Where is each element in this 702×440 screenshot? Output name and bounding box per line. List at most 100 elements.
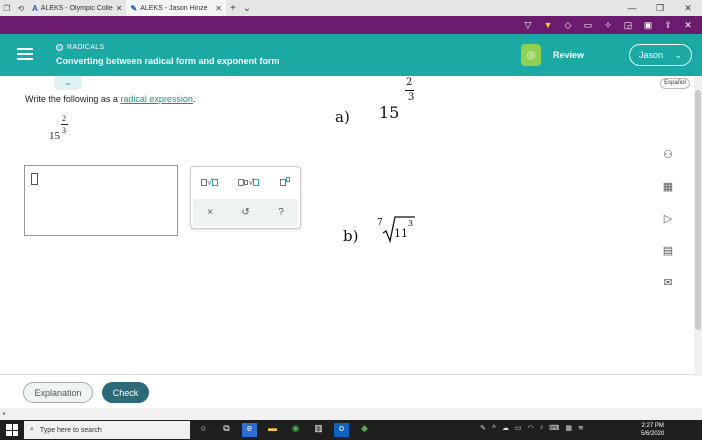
calculator-icon[interactable]: ▦: [658, 180, 678, 212]
exponent-denominator: 3: [62, 126, 66, 135]
scrollbar-thumb[interactable]: [695, 90, 701, 330]
tab-list-chevron-icon[interactable]: ⌄: [240, 3, 254, 14]
undo-icon[interactable]: ↺: [241, 207, 249, 218]
math-palette: √ √ × ↺ ?: [190, 166, 301, 229]
window-controls: — ❐ ✕: [618, 3, 702, 14]
radical-expression-link[interactable]: radical expression: [120, 94, 193, 104]
comment-icon[interactable]: ▭: [578, 20, 598, 31]
template-superscript-icon: [285, 176, 290, 182]
clip-icon[interactable]: ◲: [618, 20, 638, 31]
edge-icon[interactable]: e: [242, 423, 257, 437]
file-explorer-icon[interactable]: ▬: [265, 423, 280, 437]
share-icon[interactable]: ⇪: [658, 20, 678, 31]
check-button[interactable]: Check: [102, 382, 149, 403]
system-tray: ✎ ˄ ☁ ▭ ◠ ♪ ⌨ ▦ ≋: [480, 424, 584, 432]
annotation-a-numerator: 2: [406, 77, 413, 88]
cortana-icon[interactable]: ○: [196, 423, 211, 437]
onedrive-icon[interactable]: ☁: [502, 424, 509, 432]
horizontal-scrollbar[interactable]: ◂: [0, 408, 702, 420]
close-tab-icon[interactable]: ✕: [215, 4, 222, 13]
ask-tutor-icon[interactable]: ⚇: [658, 148, 678, 180]
exponent-button[interactable]: [279, 176, 290, 186]
review-button[interactable]: Review: [553, 50, 584, 60]
instruction-text: Write the following as a: [25, 94, 121, 104]
task-view-icon[interactable]: ⧉: [219, 423, 234, 437]
scroll-left-icon[interactable]: ◂: [2, 410, 5, 417]
vertical-scrollbar[interactable]: [694, 76, 702, 376]
lesson-title: Converting between radical form and expo…: [56, 56, 280, 66]
outlook-icon[interactable]: o: [334, 423, 349, 437]
square-root-button[interactable]: √: [201, 177, 219, 187]
exponent-numerator: 2: [62, 114, 66, 123]
close-window-icon[interactable]: ✕: [674, 3, 702, 14]
highlighter-icon[interactable]: ▼: [538, 20, 558, 30]
help-icon[interactable]: ?: [278, 207, 284, 218]
eraser-icon[interactable]: ◇: [558, 20, 578, 31]
message-icon[interactable]: ✉: [658, 276, 678, 308]
palette-template-row: √ √: [191, 167, 300, 197]
collapse-header-button[interactable]: ⌄: [54, 76, 82, 90]
pinned-apps: ○ ⧉ e ▬ ◉ ▥ o ◆: [196, 423, 372, 437]
annotation-a-denominator: 3: [408, 92, 415, 103]
chevron-down-icon: ⌄: [674, 49, 682, 60]
restore-icon[interactable]: ❐: [646, 3, 674, 14]
template-box-icon: [253, 178, 260, 186]
user-name: Jason: [639, 50, 664, 60]
taskbar-search-placeholder: Type here to search: [39, 426, 102, 434]
clear-icon[interactable]: ×: [207, 207, 213, 218]
ballpoint-pen-icon[interactable]: ▽: [518, 20, 538, 31]
pen-tray-icon[interactable]: ✎: [480, 424, 486, 432]
chevron-up-icon[interactable]: ˄: [492, 424, 496, 432]
language-toggle-button[interactable]: Español: [660, 78, 690, 89]
topic-indicator: RADICALS: [56, 44, 104, 51]
chrome-icon[interactable]: ◉: [288, 423, 303, 437]
touch-write-icon[interactable]: ✧: [598, 20, 618, 31]
answer-input[interactable]: [24, 165, 178, 236]
explanation-button[interactable]: Explanation: [23, 382, 93, 403]
ink-toolbar: ▽ ▼ ◇ ▭ ✧ ◲ ▣ ⇪ ✕: [0, 16, 702, 34]
keyboard-icon[interactable]: ⌨: [549, 424, 559, 432]
template-index-icon: [244, 179, 249, 185]
battery-icon[interactable]: ▭: [515, 424, 522, 432]
language-icon[interactable]: ▦: [565, 424, 572, 432]
taskbar-clock[interactable]: 2:27 PM 5/6/2020: [641, 422, 664, 438]
annotation-a-base: 15: [379, 103, 400, 122]
wifi-icon[interactable]: ≋: [578, 424, 584, 432]
clock-time: 2:27 PM: [641, 423, 664, 429]
exit-ink-icon[interactable]: ✕: [678, 20, 698, 31]
nth-root-button[interactable]: √: [238, 177, 260, 187]
browser-tab-olympic[interactable]: A ALEKS - Olympic College ✕: [28, 0, 126, 16]
tab-actions-icon[interactable]: ❐: [0, 4, 14, 13]
topic-label: RADICALS: [67, 44, 105, 51]
template-box-icon: [201, 178, 208, 186]
answer-cursor-slot[interactable]: [31, 173, 38, 185]
topic-dot-icon: [56, 44, 63, 51]
save-ink-icon[interactable]: ▣: [638, 20, 658, 31]
textbook-icon[interactable]: ▤: [658, 244, 678, 276]
side-tools: ⚇ ▦ ▷ ▤ ✉: [658, 148, 678, 308]
annotation-a-fraction-bar: [405, 90, 414, 91]
annotation-a-label: a): [335, 108, 350, 126]
review-badge-icon[interactable]: ◎: [521, 44, 541, 66]
store-icon[interactable]: ▥: [311, 423, 326, 437]
new-tab-icon[interactable]: +: [226, 3, 240, 14]
video-icon[interactable]: ▷: [658, 212, 678, 244]
menu-icon[interactable]: [17, 48, 33, 60]
browser-tab-strip: ❐ ⟲ A ALEKS - Olympic College ✕ ✎ ALEKS …: [0, 0, 702, 16]
browser-tab-aleks-jason[interactable]: ✎ ALEKS - Jason Hinze ✕: [126, 0, 226, 16]
minimize-icon[interactable]: —: [618, 3, 646, 14]
back-tabs-icon[interactable]: ⟲: [14, 4, 28, 13]
app-icon[interactable]: ◆: [357, 423, 372, 437]
expression-base: 15: [49, 130, 60, 142]
network-icon[interactable]: ◠: [528, 424, 534, 432]
taskbar-search[interactable]: ⌕ Type here to search: [24, 421, 190, 439]
start-icon[interactable]: [6, 424, 18, 436]
annotation-b-label: b): [343, 227, 359, 245]
clock-date: 5/6/2020: [641, 431, 665, 437]
user-menu-button[interactable]: Jason ⌄: [629, 44, 692, 66]
annotation-b-power: 3: [408, 219, 414, 228]
volume-icon[interactable]: ♪: [540, 424, 544, 432]
palette-action-row: × ↺ ?: [193, 199, 298, 226]
close-tab-icon[interactable]: ✕: [116, 4, 123, 13]
tab-label: ALEKS - Olympic College: [40, 4, 113, 12]
